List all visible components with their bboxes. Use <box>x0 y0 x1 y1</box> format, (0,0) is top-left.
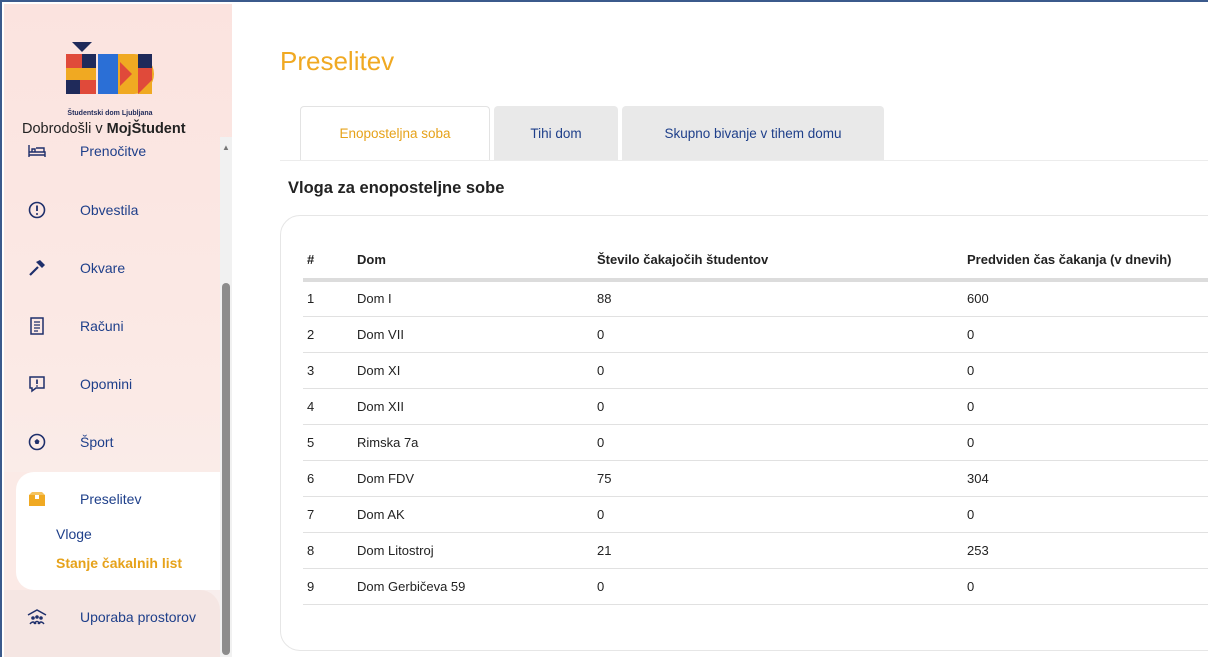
cell-number: 4 <box>303 388 353 425</box>
table-row: 9 Dom Gerbičeva 59 0 0 <box>303 568 1208 605</box>
table-row: 7 Dom AK 0 0 <box>303 496 1208 533</box>
scrollbar-thumb[interactable] <box>222 283 230 655</box>
tab-tihi-dom[interactable]: Tihi dom <box>494 106 618 160</box>
cell-number: 6 <box>303 460 353 497</box>
main-content: Preselitev Enoposteljna soba Tihi dom Sk… <box>232 4 1208 657</box>
alert-message-icon <box>26 373 48 395</box>
sidebar-item-preselitev[interactable]: Preselitev <box>4 479 220 519</box>
column-header-dom: Dom <box>353 240 593 282</box>
sidebar-item-label: Šport <box>80 434 114 450</box>
cell-dom: Rimska 7a <box>353 424 593 461</box>
logo[interactable]: Študentski dom Ljubljana <box>58 38 162 118</box>
cell-dom: Dom FDV <box>353 460 593 497</box>
app-name: MojŠtudent <box>106 121 186 137</box>
table-row: 1 Dom I 88 600 <box>303 280 1208 317</box>
cell-number: 8 <box>303 532 353 569</box>
table-row: 6 Dom FDV 75 304 <box>303 460 1208 497</box>
table-row: 2 Dom VII 0 0 <box>303 316 1208 353</box>
cell-waiting-count: 0 <box>593 316 963 353</box>
table-row: 5 Rimska 7a 0 0 <box>303 424 1208 461</box>
sidebar-subitem-vloge[interactable]: Vloge <box>56 526 92 542</box>
sidebar-item-label: Opomini <box>80 376 133 392</box>
sidebar-item-uporaba-prostorov[interactable]: Uporaba prostorov <box>4 597 220 637</box>
sidebar-item-label: Prenočitve <box>80 143 147 159</box>
cell-number: 5 <box>303 424 353 461</box>
logo-caption: Študentski dom Ljubljana <box>67 110 153 117</box>
cell-wait-time: 0 <box>963 424 1208 461</box>
soccer-ball-icon <box>26 431 48 453</box>
cell-number: 7 <box>303 496 353 533</box>
column-header-number: # <box>303 240 353 282</box>
cell-wait-time: 0 <box>963 568 1208 605</box>
nav-menu: Prenočitve Obvestila Okvare Računi Opomi… <box>4 137 220 657</box>
cell-waiting-count: 0 <box>593 388 963 425</box>
sidebar-item-label: Računi <box>80 318 124 334</box>
cell-waiting-count: 21 <box>593 532 963 569</box>
cell-waiting-count: 88 <box>593 280 963 317</box>
cell-waiting-count: 0 <box>593 352 963 389</box>
alert-circle-icon <box>26 199 48 221</box>
sidebar-item-obvestila[interactable]: Obvestila <box>4 190 220 230</box>
cell-dom: Dom I <box>353 280 593 317</box>
page-title: Preselitev <box>280 46 395 76</box>
sidebar-item-okvare[interactable]: Okvare <box>4 248 220 288</box>
cell-dom: Dom XI <box>353 352 593 389</box>
sidebar-subitem-stanje-cakalnih-list[interactable]: Stanje čakalnih list <box>56 555 182 571</box>
table-body: 1 Dom I 88 600 2 Dom VII 0 0 3 Dom XI 0 0 4 Dom XII 0 0… <box>303 280 1208 605</box>
sidebar-item-prenocitve[interactable]: Prenočitve <box>4 137 220 171</box>
receipt-icon <box>26 315 48 337</box>
table-row: 8 Dom Litostroj 21 253 <box>303 532 1208 569</box>
sidebar-item-label: Preselitev <box>80 491 142 507</box>
section-title: Vloga za enoposteljne sobe <box>288 179 505 197</box>
column-header-wait-time: Predviden čas čakanja (v dnevih) <box>963 240 1208 282</box>
tab-enoposteljna-soba[interactable]: Enoposteljna soba <box>300 106 490 160</box>
cell-wait-time: 0 <box>963 316 1208 353</box>
sidebar-item-label: Obvestila <box>80 202 139 218</box>
column-header-waiting-count: Število čakajočih študentov <box>593 240 963 282</box>
cell-waiting-count: 0 <box>593 424 963 461</box>
cell-waiting-count: 0 <box>593 496 963 533</box>
sidebar: Študentski dom Ljubljana Dobrodošli v Mo… <box>4 4 232 657</box>
sidebar-item-opomini[interactable]: Opomini <box>4 364 220 404</box>
group-icon <box>26 606 48 628</box>
bed-icon <box>26 140 48 162</box>
cell-dom: Dom Gerbičeva 59 <box>353 568 593 605</box>
sidebar-item-racuni[interactable]: Računi <box>4 306 220 346</box>
sidebar-item-label: Okvare <box>80 260 126 276</box>
cell-number: 3 <box>303 352 353 389</box>
cell-wait-time: 0 <box>963 352 1208 389</box>
sidebar-item-label: Uporaba prostorov <box>80 609 196 625</box>
cell-wait-time: 304 <box>963 460 1208 497</box>
cell-dom: Dom Litostroj <box>353 532 593 569</box>
welcome-prefix: Dobrodošli v <box>22 121 107 137</box>
app-window: Študentski dom Ljubljana Dobrodošli v Mo… <box>0 0 1208 657</box>
table-row: 4 Dom XII 0 0 <box>303 388 1208 425</box>
cell-number: 1 <box>303 280 353 317</box>
cell-wait-time: 0 <box>963 388 1208 425</box>
table-row: 3 Dom XI 0 0 <box>303 352 1208 389</box>
sidebar-item-sport[interactable]: Šport <box>4 422 220 462</box>
waiting-list-table: # Dom Število čakajočih študentov Predvi… <box>303 240 1208 605</box>
tab-divider <box>280 160 1208 161</box>
cell-dom: Dom XII <box>353 388 593 425</box>
sdl-logo-icon <box>66 42 154 94</box>
scroll-up-arrow-icon[interactable]: ▲ <box>220 143 232 153</box>
welcome-text: Dobrodošli v MojŠtudent <box>22 121 186 137</box>
table-header-row: # Dom Število čakajočih študentov Predvi… <box>303 240 1208 282</box>
cell-dom: Dom AK <box>353 496 593 533</box>
box-icon <box>26 488 48 510</box>
hammer-icon <box>26 257 48 279</box>
cell-dom: Dom VII <box>353 316 593 353</box>
cell-wait-time: 0 <box>963 496 1208 533</box>
waiting-list-card: # Dom Število čakajočih študentov Predvi… <box>280 215 1208 651</box>
cell-wait-time: 600 <box>963 280 1208 317</box>
tab-skupno-bivanje[interactable]: Skupno bivanje v tihem domu <box>622 106 884 160</box>
cell-waiting-count: 75 <box>593 460 963 497</box>
cell-waiting-count: 0 <box>593 568 963 605</box>
cell-number: 9 <box>303 568 353 605</box>
cell-wait-time: 253 <box>963 532 1208 569</box>
sidebar-scrollbar[interactable]: ▲ <box>220 137 232 657</box>
cell-number: 2 <box>303 316 353 353</box>
